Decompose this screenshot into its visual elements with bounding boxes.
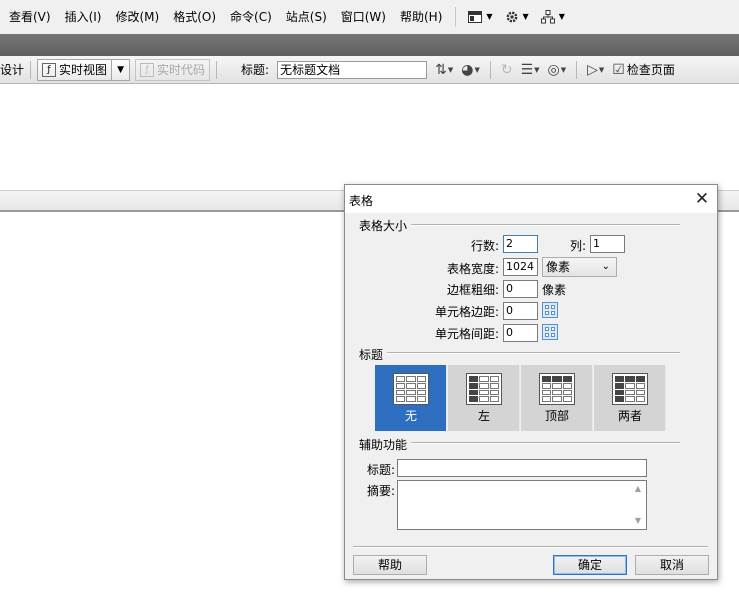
header-group-label: 标题	[359, 346, 388, 363]
document-toolbar: 设计 ƒ 实时视图 ▼ ƒ 实时代码 标题: 无标题文档 ⇅ ▼ ◕ ▼ ↻ ☰ ▼ …	[0, 56, 739, 84]
live-view-dropdown[interactable]: ▼	[112, 58, 131, 81]
document-tab-strip	[0, 34, 739, 56]
site-dropdown[interactable]: ▼	[535, 0, 571, 34]
summary-scrollbar[interactable]: ▲ ▼	[630, 481, 646, 529]
menu-commands[interactable]: 命令(C)	[223, 0, 279, 34]
close-icon[interactable]: ✕	[687, 185, 717, 213]
table-none-icon	[393, 373, 429, 405]
menu-modify[interactable]: 修改(M)	[108, 0, 166, 34]
file-management-icon[interactable]: ⇅ ▼	[431, 59, 457, 81]
cell-padding-input[interactable]: 0	[503, 302, 538, 320]
chevron-down-icon: ▼	[522, 12, 529, 21]
header-option-label: 无	[404, 409, 417, 423]
validate-icon[interactable]: ▷ ▼	[583, 59, 608, 81]
rows-input[interactable]: 2	[503, 235, 538, 253]
header-option-label: 顶部	[544, 409, 569, 423]
toolbar-separator	[216, 60, 218, 79]
table-width-input[interactable]: 1024	[503, 258, 538, 276]
border-thickness-label: 边框粗细:	[446, 283, 499, 297]
rows-label: 行数:	[470, 239, 499, 253]
caption-input[interactable]	[397, 459, 647, 477]
menu-format[interactable]: 格式(O)	[166, 0, 223, 34]
scroll-down-icon[interactable]: ▼	[630, 514, 646, 528]
table-top-header-icon	[539, 373, 575, 405]
width-unit-select[interactable]: 像素 ⌄	[542, 257, 617, 277]
border-thickness-input[interactable]: 0	[503, 280, 538, 298]
cell-spacing-input[interactable]: 0	[503, 324, 538, 342]
table-both-header-icon	[612, 373, 648, 405]
title-label: 标题:	[241, 63, 270, 77]
summary-label: 摘要:	[367, 484, 396, 498]
accessibility-group-label: 辅助功能	[359, 436, 412, 453]
cell-padding-icon	[542, 302, 558, 318]
live-view-label: 实时视图	[59, 63, 108, 77]
live-view-icon: ƒ	[42, 62, 57, 77]
table-size-group-label: 表格大小	[359, 217, 412, 234]
view-options-icon[interactable]: ☰ ▼	[517, 59, 544, 81]
layout-dropdown[interactable]: ▼	[462, 0, 498, 34]
group-divider	[411, 224, 680, 226]
extensions-dropdown[interactable]: ▼	[499, 0, 535, 34]
ok-button[interactable]: 确定	[553, 555, 627, 575]
cell-spacing-label: 单元格间距:	[434, 327, 499, 341]
chevron-down-icon: ▼	[558, 12, 565, 21]
border-unit-label: 像素	[542, 283, 567, 297]
help-button[interactable]: 帮助	[353, 555, 427, 575]
header-option-label: 左	[477, 409, 490, 423]
preview-browser-icon[interactable]: ◕ ▼	[457, 59, 484, 81]
menu-help[interactable]: 帮助(H)	[393, 0, 449, 34]
summary-textarea[interactable]: ▲ ▼	[397, 480, 647, 530]
visual-aids-icon[interactable]: ◎ ▼	[544, 59, 571, 81]
group-divider	[411, 442, 680, 444]
dialog-title-bar: 表格 ✕	[345, 185, 717, 213]
columns-input[interactable]: 1	[590, 235, 625, 253]
live-code-button: ƒ 实时代码	[135, 58, 211, 81]
columns-label: 列:	[569, 239, 586, 253]
scroll-up-icon[interactable]: ▲	[630, 482, 646, 496]
live-code-icon: ƒ	[140, 62, 155, 77]
header-option-both[interactable]: 两者	[594, 365, 666, 431]
live-view-button[interactable]: ƒ 实时视图	[37, 58, 113, 81]
site-map-icon	[540, 10, 555, 24]
gear-icon	[506, 11, 517, 23]
refresh-icon: ↻	[500, 61, 513, 78]
header-option-left[interactable]: 左	[448, 365, 520, 431]
header-option-top[interactable]: 顶部	[521, 365, 593, 431]
menu-view[interactable]: 查看(V)	[2, 0, 58, 34]
group-divider	[387, 352, 680, 354]
toolbar-separator	[489, 60, 491, 79]
menu-insert[interactable]: 插入(I)	[58, 0, 109, 34]
menu-site[interactable]: 站点(S)	[279, 0, 334, 34]
design-view-button[interactable]: 设计	[0, 61, 24, 78]
table-width-label: 表格宽度:	[446, 262, 499, 276]
toolbar-separator	[576, 60, 578, 79]
live-code-label: 实时代码	[157, 63, 206, 77]
header-option-label: 两者	[617, 409, 642, 423]
dialog-separator	[353, 546, 708, 548]
width-unit-value: 像素	[546, 260, 571, 274]
header-option-none[interactable]: 无	[375, 365, 447, 431]
cell-padding-label: 单元格边距:	[434, 305, 499, 319]
layout-icon	[468, 11, 483, 23]
table-left-header-icon	[466, 373, 502, 405]
menu-separator	[455, 7, 457, 27]
chevron-down-icon: ⌄	[601, 261, 610, 272]
menu-window[interactable]: 窗口(W)	[334, 0, 393, 34]
inspect-page-button[interactable]: 检查页面	[627, 61, 675, 78]
toolbar-separator	[30, 60, 32, 79]
chevron-down-icon: ▼	[486, 12, 493, 21]
inspect-page-icon: ☑	[612, 61, 625, 78]
cancel-button[interactable]: 取消	[635, 555, 709, 575]
menu-bar: 查看(V) 插入(I) 修改(M) 格式(O) 命令(C) 站点(S) 窗口(W…	[0, 0, 739, 34]
caption-label: 标题:	[367, 463, 396, 477]
chevron-down-icon: ▼	[117, 64, 124, 75]
title-input[interactable]: 无标题文档	[277, 60, 428, 79]
cell-spacing-icon	[542, 324, 558, 340]
table-dialog: 表格 ✕ 表格大小 行数: 2 列: 1 表格宽度: 1024 像素 ⌄ 边框粗…	[344, 184, 718, 580]
dialog-title: 表格	[349, 194, 374, 208]
